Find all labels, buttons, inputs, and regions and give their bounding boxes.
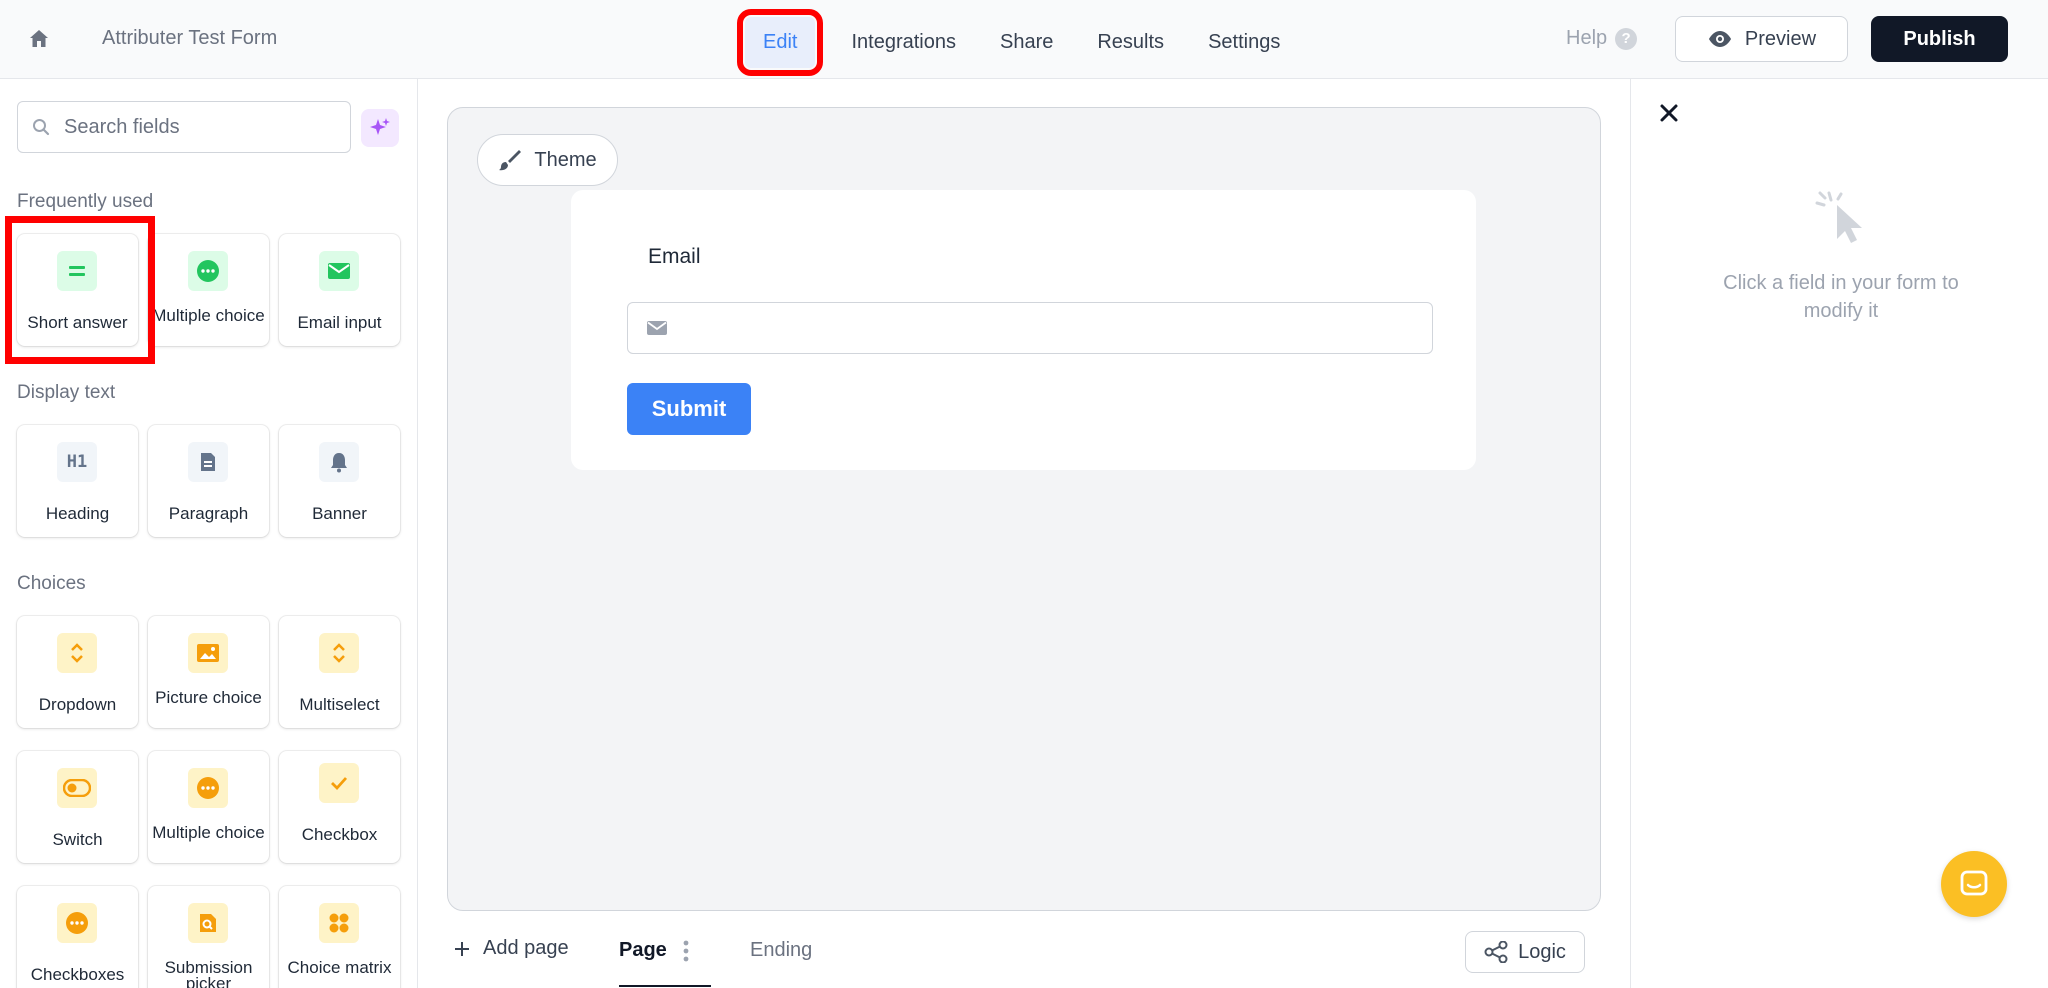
field-label: Choice matrix xyxy=(287,958,392,977)
theme-button[interactable]: Theme xyxy=(477,134,618,186)
plus-icon xyxy=(455,941,469,956)
field-submission-picker[interactable]: Submission picker xyxy=(148,886,269,988)
logic-label: Logic xyxy=(1518,940,1566,963)
preview-button[interactable]: Preview xyxy=(1675,16,1848,62)
field-label: Switch xyxy=(52,830,103,849)
email-question-label[interactable]: Email xyxy=(648,245,701,269)
field-heading[interactable]: H1 Heading xyxy=(17,425,138,537)
checkboxes-icon xyxy=(57,903,97,943)
tab-edit[interactable]: Edit xyxy=(736,8,824,76)
choice-matrix-icon xyxy=(319,903,359,943)
paragraph-icon xyxy=(188,442,228,482)
fields-sidebar: Frequently used Short answer Multiple ch… xyxy=(0,79,418,988)
field-dropdown[interactable]: Dropdown xyxy=(17,616,138,728)
page-tab[interactable]: Page xyxy=(619,939,689,962)
field-multiselect[interactable]: Multiselect xyxy=(279,616,400,728)
ai-sparkle-button[interactable] xyxy=(361,109,399,147)
preview-label: Preview xyxy=(1744,27,1817,50)
highlight-box xyxy=(5,216,155,364)
top-bar: Attributer Test Form Edit Integrations S… xyxy=(0,0,2048,79)
field-label: Multiselect xyxy=(299,695,380,714)
field-email-input[interactable]: Email input xyxy=(279,234,400,346)
eye-icon xyxy=(1708,31,1731,47)
form-title[interactable]: Attributer Test Form xyxy=(102,27,277,50)
field-label: Submission picker xyxy=(164,958,253,988)
envelope-icon xyxy=(647,321,667,335)
section-title-choices: Choices xyxy=(17,573,86,594)
tab-integrations[interactable]: Integrations xyxy=(837,21,970,64)
field-multiple-choice[interactable]: Multiple choice xyxy=(148,234,269,346)
main-tabs: Edit Integrations Share Results Settings xyxy=(736,8,1310,76)
section-title-frequently-used: Frequently used xyxy=(17,191,154,212)
home-icon[interactable] xyxy=(26,26,52,52)
section-title-display-text: Display text xyxy=(17,382,116,403)
submit-button[interactable]: Submit xyxy=(627,383,751,435)
multiple-choice-icon xyxy=(188,251,228,291)
field-multiple-choice-2[interactable]: Multiple choice xyxy=(148,751,269,863)
checkbox-icon xyxy=(319,763,359,803)
pointer-click-icon xyxy=(1815,191,1862,243)
more-vertical-icon[interactable] xyxy=(683,940,689,962)
bell-icon xyxy=(319,442,359,482)
field-label: Picture choice xyxy=(155,688,262,707)
multiple-choice-icon xyxy=(188,768,228,808)
field-paragraph[interactable]: Paragraph xyxy=(148,425,269,537)
theme-label: Theme xyxy=(534,148,597,171)
chat-icon xyxy=(1960,870,1988,896)
field-label: Paragraph xyxy=(168,504,249,523)
search-input[interactable] xyxy=(64,115,324,139)
sparkle-icon xyxy=(370,118,390,135)
field-label: Dropdown xyxy=(38,695,117,714)
email-field[interactable] xyxy=(627,302,1433,354)
field-label: Multiple choice xyxy=(152,306,265,325)
field-banner[interactable]: Banner xyxy=(279,425,400,537)
multiselect-icon xyxy=(319,633,359,673)
active-page-underline xyxy=(619,985,711,987)
add-page-button[interactable]: Add page xyxy=(453,937,569,960)
form-canvas: Theme Email Submit xyxy=(447,107,1601,911)
field-label: Checkbox xyxy=(301,825,378,844)
chat-widget-button[interactable] xyxy=(1941,851,2007,917)
form-card: Email Submit xyxy=(571,190,1476,470)
search-icon xyxy=(33,119,50,136)
field-label: Checkboxes xyxy=(30,965,125,984)
field-choice-matrix[interactable]: Choice matrix xyxy=(279,886,400,988)
tab-settings[interactable]: Settings xyxy=(1194,21,1294,64)
heading-icon: H1 xyxy=(57,442,97,482)
publish-button[interactable]: Publish xyxy=(1871,16,2008,62)
field-checkbox[interactable]: Checkbox xyxy=(279,751,400,863)
tab-results[interactable]: Results xyxy=(1083,21,1178,64)
field-label: Email input xyxy=(297,313,382,332)
question-icon: ? xyxy=(1615,27,1638,50)
switch-icon xyxy=(57,768,97,808)
paintbrush-icon xyxy=(499,150,522,171)
close-icon[interactable] xyxy=(1655,99,1683,127)
tab-share[interactable]: Share xyxy=(986,21,1067,64)
page-tab-label: Page xyxy=(619,939,667,961)
field-label: Heading xyxy=(45,504,110,523)
picture-icon xyxy=(188,633,228,673)
heading-icon-text: H1 xyxy=(66,452,88,472)
email-icon xyxy=(319,251,359,291)
empty-state-message: Click a field in your form to modify it xyxy=(1723,272,1959,322)
logic-button[interactable]: Logic xyxy=(1465,931,1585,973)
search-field[interactable] xyxy=(17,101,351,153)
field-label: Multiple choice xyxy=(152,823,265,842)
properties-panel: Click a field in your form to modify it xyxy=(1630,79,2048,988)
field-checkboxes[interactable]: Checkboxes xyxy=(17,886,138,988)
editor-area: Theme Email Submit Add page Page Ending … xyxy=(418,79,1630,988)
submission-picker-icon xyxy=(188,903,228,943)
field-picture-choice[interactable]: Picture choice xyxy=(148,616,269,728)
help-link[interactable]: Help ? xyxy=(1566,27,1638,50)
page-bar: Add page Page Ending Logic xyxy=(447,925,1601,987)
help-label: Help xyxy=(1566,27,1608,49)
ending-tab[interactable]: Ending xyxy=(750,939,812,962)
field-switch[interactable]: Switch xyxy=(17,751,138,863)
dropdown-icon xyxy=(57,633,97,673)
add-page-label: Add page xyxy=(483,937,569,959)
field-label: Banner xyxy=(312,504,367,523)
share-nodes-icon xyxy=(1484,941,1508,963)
